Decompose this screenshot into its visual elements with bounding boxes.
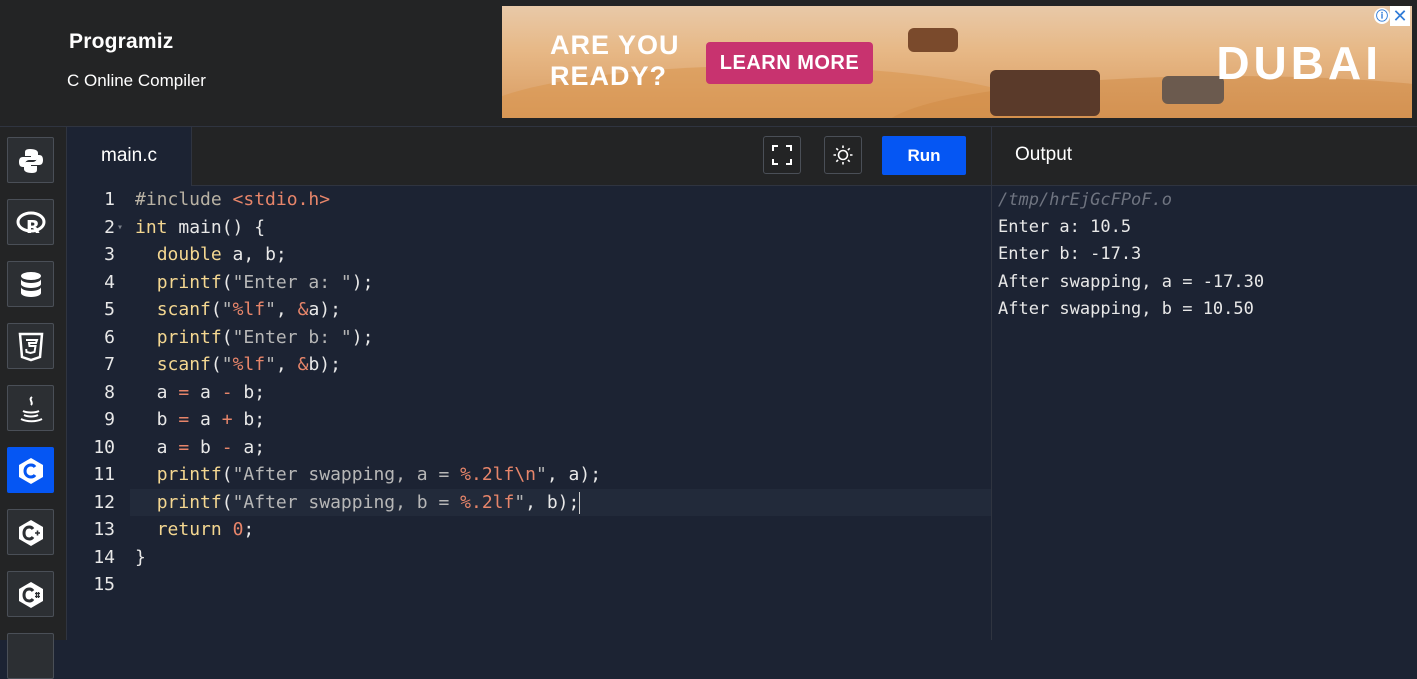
- sidebar-item-cpp[interactable]: [7, 509, 54, 555]
- code-line: 15: [67, 571, 991, 598]
- code-line: 2 ▾ int main() {: [67, 214, 991, 241]
- cpp-icon: [19, 520, 43, 546]
- html5-icon: [18, 332, 44, 362]
- line-number: 11: [93, 464, 115, 485]
- sidebar-item-java[interactable]: [7, 385, 54, 431]
- sun-icon: [833, 145, 853, 165]
- ad-learn-more-button[interactable]: LEARN MORE: [706, 42, 873, 84]
- c-icon: [19, 458, 43, 484]
- page-subtitle: C Online Compiler: [67, 71, 206, 90]
- code-text: #include <stdio.h>: [135, 189, 331, 210]
- code-text: a = b - a;: [135, 436, 266, 458]
- sidebar-item-html[interactable]: [7, 323, 54, 369]
- ad-headline-line: READY?: [550, 61, 668, 91]
- output-title: Output: [1015, 144, 1073, 165]
- code-line: 1 #include <stdio.h>: [67, 186, 991, 213]
- line-number: 14: [93, 546, 115, 568]
- ad-headline: ARE YOU READY?: [550, 30, 680, 92]
- line-number: 3: [104, 244, 115, 265]
- code-line: 9 b = a + b;: [67, 406, 991, 433]
- code-line: 12 printf("After swapping, b = %.2lf", b…: [67, 489, 991, 516]
- code-editor-panel: main.c Run 1 #include <stdio.h> 2 ▾ int …: [67, 127, 991, 640]
- sidebar-item-c[interactable]: [7, 447, 54, 493]
- line-number: 2: [104, 216, 115, 238]
- code-text: int main() {: [135, 216, 266, 238]
- sidebar-item-csharp[interactable]: [7, 571, 54, 617]
- line-number: 8: [104, 381, 115, 403]
- code-text: scanf("%lf", &b);: [156, 354, 341, 375]
- code-text: a = a - b;: [135, 381, 266, 403]
- code-text: return 0;: [156, 519, 255, 540]
- r-icon: R: [16, 211, 46, 238]
- java-icon: [20, 396, 43, 423]
- code-text: scanf("%lf", &a);: [156, 299, 341, 320]
- line-number: 10: [93, 436, 115, 458]
- fullscreen-button[interactable]: [763, 136, 801, 174]
- ad-brand-logo: DUBAI: [1216, 37, 1382, 89]
- code-text: printf("Enter b: ");: [156, 326, 374, 348]
- code-line: 11 printf("After swapping, a = %.2lf\n",…: [67, 461, 991, 488]
- code-text: printf("Enter a: ");: [156, 271, 374, 293]
- line-number: 6: [104, 326, 115, 348]
- code-line: 8 a = a - b;: [67, 379, 991, 406]
- code-line: 10 a = b - a;: [67, 434, 991, 461]
- code-text: printf("After swapping, b = %.2lf", b);: [156, 491, 581, 514]
- database-icon: [21, 272, 41, 297]
- ad-atv-image: [990, 70, 1100, 116]
- sidebar-item-sql[interactable]: [7, 261, 54, 307]
- output-line: Enter a: 10.5: [998, 217, 1132, 237]
- csharp-icon: [19, 582, 43, 608]
- fold-arrow-icon[interactable]: ▾: [117, 214, 123, 241]
- line-number: 13: [93, 519, 115, 540]
- ad-headline-line: ARE YOU: [550, 30, 680, 60]
- code-text: double a, b;: [156, 244, 287, 265]
- code-line: 7 scanf("%lf", &b);: [67, 351, 991, 378]
- language-sidebar: R: [0, 127, 67, 679]
- line-number: 7: [104, 354, 115, 375]
- python-icon: [19, 149, 43, 173]
- ad-atv-image: [908, 28, 958, 52]
- output-line: After swapping, b = 10.50: [998, 299, 1254, 319]
- fullscreen-icon: [772, 145, 792, 165]
- output-panel: Output /tmp/hrEjGcFPoF.o Enter a: 10.5 E…: [991, 127, 1417, 640]
- line-number: 12: [93, 491, 115, 513]
- text-cursor: [579, 491, 581, 514]
- output-file-path: /tmp/hrEjGcFPoF.o: [998, 190, 1172, 210]
- output-header: Output: [992, 127, 1417, 186]
- ad-close-icon[interactable]: ✕: [1390, 6, 1410, 26]
- code-line: 4 printf("Enter a: ");: [67, 269, 991, 296]
- code-line: 6 printf("Enter b: ");: [67, 324, 991, 351]
- editor-toolbar: main.c Run: [67, 127, 991, 186]
- line-number: 4: [104, 271, 115, 293]
- programiz-logo[interactable]: Programiz: [69, 30, 174, 54]
- code-text: b = a + b;: [135, 409, 266, 430]
- code-line: 14 }: [67, 544, 991, 571]
- run-button[interactable]: Run: [882, 136, 966, 175]
- output-line: After swapping, a = -17.30: [998, 272, 1265, 292]
- ad-info-icon[interactable]: ⓘ: [1374, 8, 1390, 24]
- output-line: Enter b: -17.3: [998, 244, 1142, 264]
- code-line: 5 scanf("%lf", &a);: [67, 296, 991, 323]
- code-line: 3 double a, b;: [67, 241, 991, 268]
- tab-main-c[interactable]: main.c: [67, 127, 192, 186]
- line-number: 5: [104, 299, 115, 320]
- ad-atv-image: [1162, 76, 1224, 104]
- code-text: }: [135, 546, 146, 568]
- code-line: 13 return 0;: [67, 516, 991, 543]
- advertisement-banner[interactable]: ARE YOU READY? LEARN MORE DUBAI ⓘ ✕: [502, 6, 1412, 118]
- line-number: 1: [104, 189, 115, 210]
- theme-toggle-button[interactable]: [824, 136, 862, 174]
- code-text: printf("After swapping, a = %.2lf\n", a)…: [156, 464, 602, 485]
- line-number: 9: [104, 409, 115, 430]
- sidebar-item-python[interactable]: [7, 137, 54, 183]
- svg-text:R: R: [26, 217, 40, 238]
- line-number: 15: [93, 574, 115, 595]
- sidebar-item-r[interactable]: R: [7, 199, 54, 245]
- code-area[interactable]: 1 #include <stdio.h> 2 ▾ int main() { 3 …: [67, 186, 991, 640]
- top-header: Programiz C Online Compiler ARE YOU READ…: [0, 0, 1417, 127]
